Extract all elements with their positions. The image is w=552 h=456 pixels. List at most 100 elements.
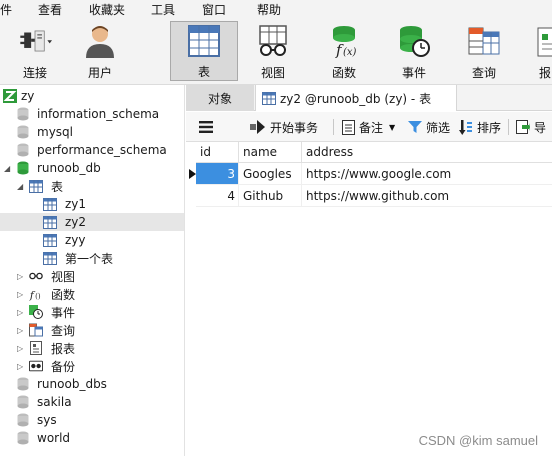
- tab-objects[interactable]: 对象: [186, 85, 254, 111]
- collapse-arrow-icon[interactable]: ▷: [17, 326, 23, 335]
- menu-file[interactable]: 件: [0, 1, 12, 18]
- menu-window[interactable]: 窗口: [202, 1, 226, 18]
- connect-button[interactable]: 连接: [2, 21, 68, 81]
- object-tree: zy information_schema mysql performance_…: [0, 85, 185, 456]
- tree-group-backups[interactable]: ▷ 备份: [0, 357, 184, 375]
- report-icon: [29, 341, 43, 355]
- menu-view[interactable]: 查看: [38, 1, 62, 18]
- table-icon: [43, 251, 57, 265]
- menu-bar: 件 查看 收藏夹 工具 窗口 帮助: [0, 0, 552, 17]
- tab-current-table[interactable]: zy2 @runoob_db (zy) - 表: [255, 85, 457, 111]
- table-icon: [43, 197, 57, 211]
- tree-db-sakila[interactable]: sakila: [0, 393, 184, 411]
- note-button[interactable]: 备注 ▼: [342, 112, 395, 142]
- sort-button[interactable]: 排序: [459, 112, 501, 142]
- view-button[interactable]: 视图: [241, 21, 305, 81]
- begin-transaction-button[interactable]: 开始事务: [250, 112, 318, 142]
- begin-transaction-icon: [250, 120, 265, 134]
- table-cell-name[interactable]: Github: [239, 185, 302, 207]
- tree-table-zy1[interactable]: zy1: [0, 195, 184, 213]
- begin-transaction-label: 开始事务: [270, 120, 319, 135]
- tree-group-functions[interactable]: ▷ f() 函数: [0, 285, 184, 303]
- column-header-address[interactable]: address: [302, 142, 552, 163]
- tree-group-queries[interactable]: ▷ 查询: [0, 321, 184, 339]
- tree-table-zyy[interactable]: zyy: [0, 231, 184, 249]
- tree-group-views[interactable]: ▷ 视图: [0, 267, 184, 285]
- event-button[interactable]: 事件: [382, 21, 446, 81]
- note-icon: [342, 119, 355, 135]
- database-icon: [16, 143, 30, 157]
- table-cell-id[interactable]: 4: [196, 185, 239, 207]
- column-header-id[interactable]: id: [196, 142, 239, 163]
- tree-label: 表: [51, 179, 64, 194]
- tree-label: world: [37, 431, 71, 445]
- tree-connection-zy[interactable]: zy: [0, 87, 184, 105]
- query-button[interactable]: 查询: [452, 21, 516, 81]
- dropdown-arrow-icon[interactable]: ▼: [389, 123, 395, 132]
- import-button[interactable]: 导: [516, 112, 546, 142]
- table-icon: [43, 233, 57, 247]
- collapse-arrow-icon[interactable]: ▷: [17, 362, 23, 371]
- column-header-label: name: [243, 145, 278, 159]
- tree-table-zy2[interactable]: zy2: [0, 213, 184, 231]
- table-button[interactable]: 表: [170, 21, 238, 81]
- database-icon: [16, 377, 30, 391]
- tree-db-runoob-db[interactable]: ◢ runoob_db: [0, 159, 184, 177]
- connection-icon: [3, 89, 17, 103]
- column-header-name[interactable]: name: [239, 142, 302, 163]
- report-icon: [528, 23, 552, 59]
- tree-db-sys[interactable]: sys: [0, 411, 184, 429]
- import-icon: [516, 120, 530, 134]
- expand-arrow-icon[interactable]: ◢: [4, 164, 10, 173]
- menu-help[interactable]: 帮助: [257, 1, 281, 18]
- table-cell-address[interactable]: https://www.google.com: [302, 163, 552, 185]
- event-clock-icon: [29, 305, 43, 319]
- backup-icon: [29, 359, 43, 373]
- tree-label: information_schema: [37, 107, 160, 121]
- menu-tools[interactable]: 工具: [151, 1, 175, 18]
- connect-label: 连接: [22, 66, 47, 80]
- tree-label: mysql: [37, 125, 73, 139]
- view-label: 视图: [260, 66, 285, 80]
- table-label: 表: [197, 65, 210, 79]
- tree-db-information-schema[interactable]: information_schema: [0, 105, 184, 123]
- cell-value: https://www.github.com: [306, 188, 450, 203]
- view-glasses-icon: [29, 269, 43, 283]
- menu-favorites[interactable]: 收藏夹: [89, 1, 125, 18]
- tree-label: zy: [21, 89, 35, 103]
- user-button[interactable]: 用户: [70, 21, 130, 81]
- collapse-arrow-icon[interactable]: ▷: [17, 344, 23, 353]
- collapse-arrow-icon[interactable]: ▷: [17, 290, 23, 299]
- column-header-label: id: [200, 145, 211, 159]
- tree-group-tables[interactable]: ◢ 表: [0, 177, 184, 195]
- svg-text:(x): (x): [343, 47, 357, 58]
- column-header-label: address: [306, 145, 354, 159]
- menu-hamburger-button[interactable]: [198, 112, 218, 142]
- cell-value: Github: [243, 188, 284, 203]
- function-fx-icon: f(): [29, 287, 43, 301]
- tree-group-reports[interactable]: ▷ 报表: [0, 339, 184, 357]
- expand-arrow-icon[interactable]: ◢: [17, 182, 23, 191]
- cell-value: https://www.google.com: [306, 166, 452, 181]
- function-button[interactable]: f (x) 函数: [312, 21, 376, 81]
- table-cell-name[interactable]: Googles: [239, 163, 302, 185]
- filter-button[interactable]: 筛选: [408, 112, 450, 142]
- collapse-arrow-icon[interactable]: ▷: [17, 308, 23, 317]
- cell-value: 3: [227, 166, 235, 181]
- table-cell-id[interactable]: 3: [196, 163, 239, 185]
- tree-group-events[interactable]: ▷ 事件: [0, 303, 184, 321]
- function-fx-icon: f (x): [327, 23, 361, 59]
- tree-label: 第一个表: [65, 251, 114, 266]
- hamburger-icon: [199, 121, 213, 133]
- tree-db-world[interactable]: world: [0, 429, 184, 447]
- tree-label: 备份: [51, 359, 76, 374]
- collapse-arrow-icon[interactable]: ▷: [17, 272, 23, 281]
- report-button[interactable]: 报: [530, 21, 552, 81]
- tree-table-first[interactable]: 第一个表: [0, 249, 184, 267]
- database-icon: [16, 431, 30, 445]
- tree-db-mysql[interactable]: mysql: [0, 123, 184, 141]
- tree-label: sys: [37, 413, 57, 427]
- tree-db-performance-schema[interactable]: performance_schema: [0, 141, 184, 159]
- tree-db-runoob-dbs[interactable]: runoob_dbs: [0, 375, 184, 393]
- table-cell-address[interactable]: https://www.github.com: [302, 185, 552, 207]
